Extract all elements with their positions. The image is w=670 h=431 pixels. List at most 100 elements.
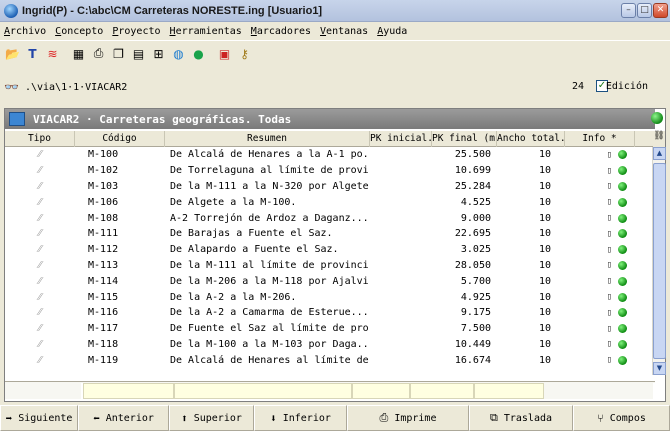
table-row[interactable]: ⁄⁄ M-106 De Algete a la M-100. 4.525 10 ▯	[5, 194, 655, 210]
compos-button[interactable]: ⑂ Compos	[573, 405, 670, 431]
menu-ayuda[interactable]: Ayuda	[377, 26, 407, 37]
status-dot-icon[interactable]	[618, 339, 627, 349]
minimize-button[interactable]: –	[621, 3, 636, 18]
filter-pk-inicial-input[interactable]	[352, 383, 410, 399]
table-row[interactable]: ⁄⁄ M-111 De Barajas a Fuente el Saz. 22.695…	[5, 226, 655, 242]
col-info[interactable]: Info *	[565, 131, 635, 147]
document-icon[interactable]: ▯	[607, 213, 612, 223]
scroll-up-arrow[interactable]: ▲	[653, 147, 666, 160]
document-icon[interactable]: ▯	[607, 197, 612, 207]
menu-concepto[interactable]: Concepto	[55, 26, 103, 37]
network-icon[interactable]: ⊞	[150, 45, 167, 62]
inferior-button[interactable]: ⬇ Inferior	[254, 405, 347, 431]
col-ancho-total[interactable]: Ancho total...	[497, 131, 565, 147]
traslada-button[interactable]: ⧉ Traslada	[469, 405, 573, 431]
flag-icon[interactable]: ▣	[216, 45, 233, 62]
table-row[interactable]: ⁄⁄ M-103 De la M-111 a la N-320 por Algete…	[5, 179, 655, 195]
filter-codigo-input[interactable]	[83, 383, 174, 399]
tree-icon: ⑂	[597, 411, 604, 425]
cell-resumen: De Fuente el Saz al límite de pro...	[170, 323, 370, 335]
print-icon[interactable]: ⎙	[90, 45, 107, 62]
status-dot-icon[interactable]	[618, 324, 627, 334]
status-dot-icon[interactable]	[618, 150, 627, 160]
superior-button[interactable]: ⬆ Superior	[169, 405, 254, 431]
globe-icon[interactable]: ◍	[170, 45, 187, 62]
table-row[interactable]: ⁄⁄ M-119 De Alcalá de Henares al límite de…	[5, 352, 655, 368]
scroll-thumb[interactable]	[653, 163, 666, 359]
table-row[interactable]: ⁄⁄ M-115 De la A-2 a la M-206. 4.925 10 ▯	[5, 289, 655, 305]
document-icon[interactable]: ▯	[607, 166, 612, 176]
status-dot-icon[interactable]	[618, 308, 627, 318]
table-row[interactable]: ⁄⁄ M-114 De la M-206 a la M-118 por Ajalvi…	[5, 273, 655, 289]
table-row[interactable]: ⁄⁄ M-112 De Alapardo a Fuente el Saz. 3.025…	[5, 242, 655, 258]
anterior-button[interactable]: ⬅ Anterior	[78, 405, 169, 431]
document-icon[interactable]: ▤	[130, 45, 147, 62]
col-pk-final[interactable]: PK final (m)	[432, 131, 497, 147]
document-icon[interactable]: ▯	[607, 276, 612, 286]
table-row[interactable]: ⁄⁄ M-118 De la M-100 a la M-103 por Daga..…	[5, 337, 655, 353]
document-icon[interactable]: ▯	[607, 292, 612, 302]
column-chooser-icon[interactable]: ⛓	[653, 131, 665, 147]
table-row[interactable]: ⁄⁄ M-100 De Alcalá de Henares a la A-1 po.…	[5, 147, 655, 163]
printer-icon: ⎙	[379, 411, 389, 424]
cell-resumen: De Alcalá de Henares al límite de...	[170, 354, 370, 366]
cell-ancho: 10	[538, 338, 551, 350]
document-icon[interactable]: ▯	[607, 339, 612, 349]
col-resumen[interactable]: Resumen	[165, 131, 370, 147]
cell-info: ▯	[565, 229, 635, 239]
binoculars-icon[interactable]: 👓	[4, 80, 19, 94]
scroll-down-arrow[interactable]: ▼	[653, 362, 666, 375]
close-button[interactable]: ✕	[653, 3, 668, 18]
document-icon[interactable]: ▯	[607, 355, 612, 365]
refresh-globe-icon[interactable]	[651, 112, 663, 124]
status-dot-icon[interactable]	[618, 166, 627, 176]
open-folder-icon[interactable]: 📂	[4, 45, 21, 62]
status-dot-icon[interactable]	[618, 229, 627, 239]
filter-ancho-input[interactable]	[474, 383, 544, 399]
status-dot-icon[interactable]	[618, 276, 627, 286]
document-icon[interactable]: ▯	[607, 308, 612, 318]
col-pk-inicial[interactable]: PK inicial...	[370, 131, 432, 147]
table-row[interactable]: ⁄⁄ M-113 De la M-111 al límite de provinci…	[5, 258, 655, 274]
status-dot-icon[interactable]	[618, 260, 627, 270]
status-dot-icon[interactable]	[618, 181, 627, 191]
table-row[interactable]: ⁄⁄ M-117 De Fuente el Saz al límite de pro…	[5, 321, 655, 337]
document-icon[interactable]: ▯	[607, 260, 612, 270]
table-icon[interactable]: ▦	[70, 45, 87, 62]
menu-herramientas[interactable]: Herramientas	[170, 26, 242, 37]
status-dot-icon[interactable]	[618, 245, 627, 255]
document-icon[interactable]: ▯	[607, 181, 612, 191]
cell-info: ▯	[565, 166, 635, 176]
menu-proyecto[interactable]: Proyecto	[112, 26, 160, 37]
col-codigo[interactable]: Código	[75, 131, 165, 147]
table-body: ⁄⁄ M-100 De Alcalá de Henares a la A-1 po.…	[5, 147, 655, 375]
menu-ventanas[interactable]: Ventanas	[320, 26, 368, 37]
status-dot-icon[interactable]	[618, 213, 627, 223]
table-row[interactable]: ⁄⁄ M-116 De la A-2 a Camarma de Esterue...…	[5, 305, 655, 321]
document-icon[interactable]: ▯	[607, 324, 612, 334]
status-dot-icon[interactable]	[618, 197, 627, 207]
rainbow-icon[interactable]: ≋	[44, 45, 61, 62]
col-tipo[interactable]: Tipo	[5, 131, 75, 147]
document-icon[interactable]: ▯	[607, 229, 612, 239]
document-icon[interactable]: ▯	[607, 245, 612, 255]
filter-pk-final-input[interactable]	[410, 383, 474, 399]
siguiente-button[interactable]: ➡ Siguiente	[0, 405, 78, 431]
imprime-button[interactable]: ⎙ Imprime	[347, 405, 469, 431]
cell-pk-final: 16.674	[454, 354, 491, 366]
path-bar: 👓 .\via\1·1·VIACAR2 24 ✓ Edición	[0, 76, 670, 98]
table-row[interactable]: ⁄⁄ M-108 A-2 Torrejón de Ardoz a Daganz...…	[5, 210, 655, 226]
user-key-icon[interactable]: ⚷	[236, 45, 253, 62]
copy-icon[interactable]: ❐	[110, 45, 127, 62]
menu-marcadores[interactable]: Marcadores	[251, 26, 311, 37]
colors-icon[interactable]: ●	[190, 45, 207, 62]
filter-resumen-input[interactable]	[174, 383, 352, 399]
vertical-scrollbar[interactable]: ▲ ▼	[652, 147, 666, 375]
maximize-button[interactable]: □	[637, 3, 652, 18]
table-row[interactable]: ⁄⁄ M-102 De Torrelaguna al límite de provi…	[5, 163, 655, 179]
status-dot-icon[interactable]	[618, 355, 627, 365]
text-style-icon[interactable]: T	[24, 45, 41, 62]
status-dot-icon[interactable]	[618, 292, 627, 302]
document-icon[interactable]: ▯	[607, 150, 612, 160]
menu-archivo[interactable]: Archivo	[4, 26, 46, 37]
